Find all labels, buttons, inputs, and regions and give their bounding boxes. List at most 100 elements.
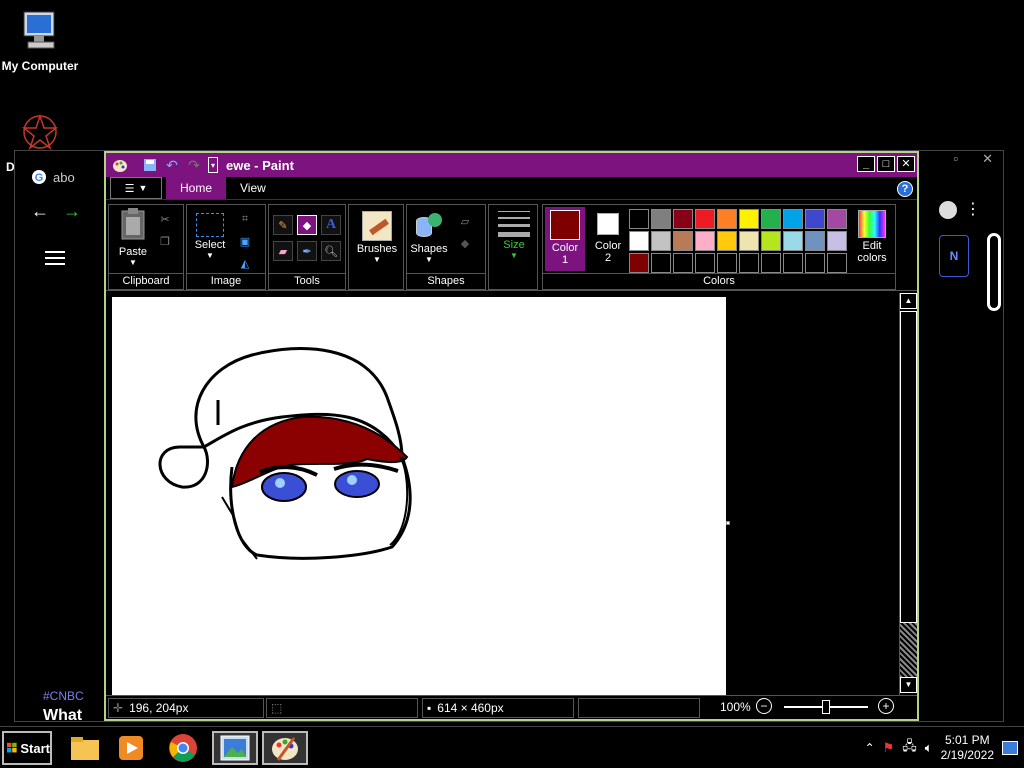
desktop-icon-my-computer[interactable]: My Computer (0, 8, 80, 73)
save-icon[interactable] (142, 157, 158, 173)
zoom-in-icon[interactable]: + (878, 698, 894, 714)
profile-icon[interactable] (939, 201, 957, 219)
tab-home[interactable]: Home (166, 177, 227, 199)
browser-tab[interactable]: G abo (31, 163, 91, 191)
rotate-icon[interactable]: ◭ (235, 253, 255, 273)
palette-swatch[interactable] (651, 253, 671, 273)
fill-icon[interactable]: ◆ (297, 215, 317, 235)
palette-swatch[interactable] (739, 231, 759, 251)
show-hidden-icons-icon[interactable]: ⌃ (865, 741, 875, 755)
palette-swatch[interactable] (805, 253, 825, 273)
palette-swatch[interactable] (827, 209, 847, 229)
browser-menu-icon[interactable]: ⋮ (965, 199, 981, 219)
crop-icon[interactable]: ⌗ (235, 209, 255, 229)
show-desktop-icon[interactable] (1002, 741, 1018, 755)
canvas-resize-handle[interactable] (726, 521, 730, 525)
scroll-down-arrow-icon[interactable]: ▼ (900, 677, 917, 693)
browser-close-button[interactable]: ✕ (982, 151, 993, 171)
palette-swatch[interactable] (805, 209, 825, 229)
palette-swatch[interactable] (761, 231, 781, 251)
hamburger-menu-icon[interactable] (45, 251, 65, 265)
news-tag[interactable]: #CNBC (43, 689, 84, 703)
file-menu-button[interactable]: ☰ ▼ (110, 177, 162, 199)
paint-title-bar[interactable]: ↶ ↷ ▾ ewe - Paint _ □ ✕ (106, 153, 917, 177)
cut-icon[interactable]: ✂ (155, 209, 175, 229)
palette-swatch[interactable] (695, 253, 715, 273)
color2-button[interactable]: Color 2 (589, 207, 627, 264)
palette-swatch[interactable] (673, 231, 693, 251)
back-arrow-icon[interactable]: ← (31, 201, 49, 222)
tab-view[interactable]: View (226, 177, 280, 199)
palette-swatch[interactable] (761, 209, 781, 229)
shapes-button[interactable]: Shapes ▼ (409, 211, 449, 264)
network-icon[interactable]: 🖧︎ (902, 737, 917, 759)
edit-colors-button[interactable]: Edit colors (851, 207, 893, 264)
paint-app-icon[interactable] (112, 157, 128, 173)
magnifier-icon[interactable]: 🔍︎ (321, 241, 341, 261)
taskbar-photos[interactable] (212, 731, 258, 765)
action-center-flag-icon[interactable]: ⚑ (883, 740, 895, 756)
minimize-button[interactable]: _ (857, 156, 875, 172)
help-icon[interactable]: ? (897, 181, 913, 197)
taskbar-chrome[interactable] (160, 731, 206, 765)
palette-swatch[interactable] (739, 209, 759, 229)
volume-icon[interactable]: 🔈︎ (925, 740, 933, 756)
palette-swatch[interactable] (673, 209, 693, 229)
palette-swatch[interactable] (805, 231, 825, 251)
palette-swatch[interactable] (673, 253, 693, 273)
scroll-up-arrow-icon[interactable]: ▲ (900, 293, 917, 309)
palette-swatch[interactable] (651, 209, 671, 229)
select-button[interactable]: Select ▼ (191, 213, 229, 260)
palette-swatch[interactable] (783, 253, 803, 273)
clock[interactable]: 5:01 PM 2/19/2022 (941, 733, 994, 763)
color1-button[interactable]: Color 1 (545, 207, 585, 271)
eraser-icon[interactable]: ▰ (273, 241, 293, 261)
zoom-out-icon[interactable]: − (756, 698, 772, 714)
vertical-scrollbar[interactable]: ▲ ▼ (899, 293, 917, 697)
maximize-button[interactable]: □ (877, 156, 895, 172)
palette-swatch[interactable] (717, 253, 737, 273)
brushes-button[interactable]: Brushes ▼ (353, 211, 401, 264)
palette-swatch[interactable] (651, 231, 671, 251)
palette-swatch[interactable] (827, 231, 847, 251)
canvas-area[interactable] (108, 293, 900, 697)
palette-swatch[interactable] (739, 253, 759, 273)
browser-scrollbar[interactable] (987, 233, 1001, 311)
size-button[interactable]: Size ▼ (493, 211, 535, 260)
taskbar-explorer[interactable] (62, 731, 108, 765)
resize-icon[interactable]: ▣ (235, 231, 255, 251)
start-button[interactable]: Start (2, 731, 52, 765)
redo-icon[interactable]: ↷ (186, 157, 202, 173)
paint-window[interactable]: ↶ ↷ ▾ ewe - Paint _ □ ✕ ☰ ▼ Home View ? (104, 151, 919, 721)
quick-access-dropdown-icon[interactable]: ▾ (208, 157, 218, 173)
palette-swatch[interactable] (783, 231, 803, 251)
text-icon[interactable]: A (321, 215, 341, 235)
palette-swatch[interactable] (695, 231, 715, 251)
page-action-button[interactable]: N (939, 235, 969, 277)
palette-swatch[interactable] (695, 209, 715, 229)
close-button[interactable]: ✕ (897, 156, 915, 172)
outline-icon[interactable]: ▱ (455, 211, 475, 231)
forward-arrow-icon[interactable]: → (63, 201, 81, 222)
pencil-icon[interactable]: ✎ (273, 215, 293, 235)
palette-swatch[interactable] (629, 231, 649, 251)
palette-swatch[interactable] (717, 231, 737, 251)
browser-maximize-button[interactable]: ▫ (953, 151, 958, 171)
palette-swatch[interactable] (761, 253, 781, 273)
zoom-slider[interactable] (784, 700, 868, 714)
paste-button[interactable]: Paste ▼ (113, 207, 153, 267)
copy-icon[interactable]: ❐ (155, 231, 175, 251)
taskbar-media-player[interactable] (108, 731, 154, 765)
palette-swatch[interactable] (827, 253, 847, 273)
taskbar-paint[interactable] (262, 731, 308, 765)
palette-swatch[interactable] (717, 209, 737, 229)
palette-swatch[interactable] (629, 209, 649, 229)
scroll-thumb[interactable] (900, 311, 917, 623)
news-headline-partial[interactable]: What (43, 707, 82, 721)
color-picker-icon[interactable]: ✒ (297, 241, 317, 261)
shape-fill-icon[interactable]: ◆ (455, 233, 475, 253)
palette-swatch[interactable] (783, 209, 803, 229)
drawing-canvas[interactable] (112, 297, 726, 697)
zoom-slider-thumb[interactable] (822, 700, 830, 714)
palette-swatch[interactable] (629, 253, 649, 273)
